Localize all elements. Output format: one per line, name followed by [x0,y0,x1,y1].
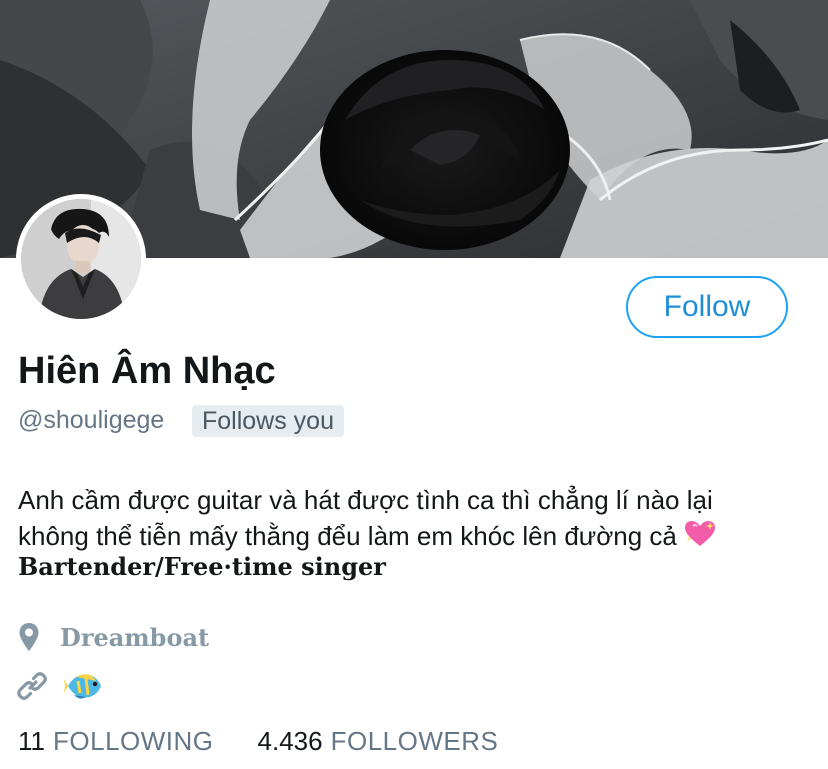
profile-stats: 11 FOLLOWING 4.436 FOLLOWERS [18,724,498,758]
profile-website[interactable] [16,668,104,704]
profile-display-name: Hiên Âm Nhạc [18,350,276,392]
avatar-image [21,199,141,319]
followers-stat[interactable]: 4.436 FOLLOWERS [258,726,499,757]
bio-line-2-wrap: không thể tiễn mấy thằng đểu làm em khóc… [18,518,808,554]
follows-you-badge: Follows you [192,405,344,437]
profile-location: Dreamboat [18,620,209,654]
link-icon [17,672,47,700]
bio-line-2: không thể tiễn mấy thằng đểu làm em khóc… [18,521,677,551]
bio-line-1: Anh cầm được guitar và hát được tình ca … [18,485,713,515]
sparkling-heart-icon [684,521,715,546]
profile-avatar[interactable] [16,194,146,324]
map-pin-icon [19,623,39,651]
profile-bio: Anh cầm được guitar và hát được tình ca … [18,482,808,554]
tropical-fish-icon[interactable] [64,669,104,703]
location-text: Dreamboat [60,622,210,652]
followers-label: FOLLOWERS [330,725,499,756]
followers-count: 4.436 [257,725,323,756]
follow-button[interactable]: Follow [626,276,788,338]
following-stat[interactable]: 11 FOLLOWING [18,726,214,757]
bio-line-3: Bartender/Free·time singer [18,552,386,581]
following-count: 11 [18,725,45,756]
following-label: FOLLOWING [53,725,214,756]
profile-handle: @shouligege [18,406,165,434]
